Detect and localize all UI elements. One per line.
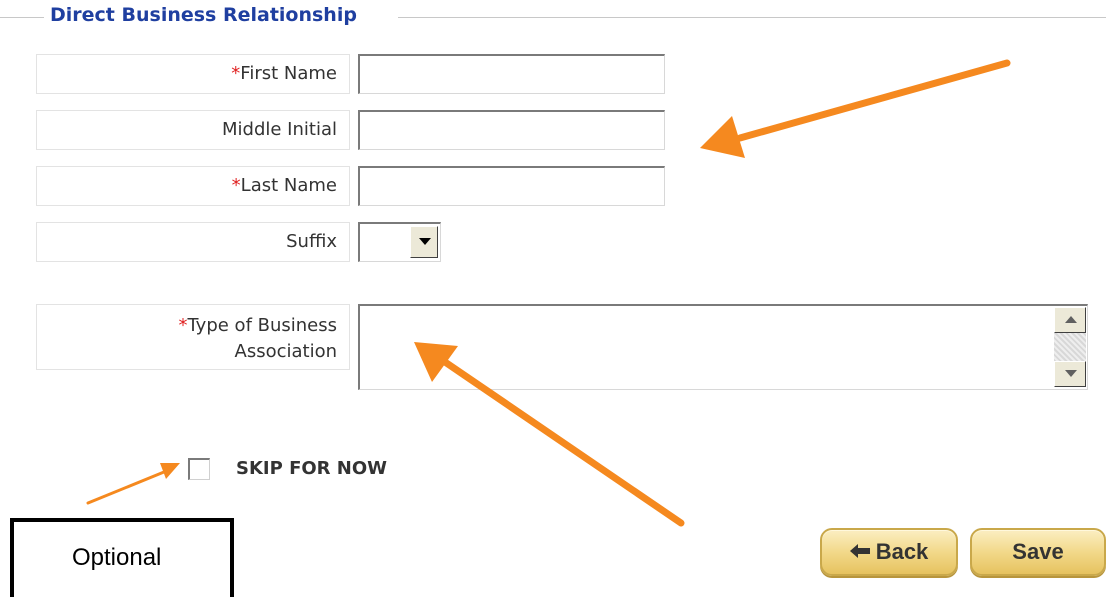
optional-callout-text: Optional (72, 544, 162, 571)
save-button[interactable]: Save (970, 528, 1106, 576)
chevron-down-icon (419, 238, 431, 245)
middle-initial-label: Middle Initial (36, 110, 350, 150)
suffix-select[interactable] (358, 222, 441, 262)
chevron-up-icon (1065, 316, 1077, 323)
middle-initial-input[interactable] (358, 110, 665, 150)
section-legend: Direct Business Relationship (50, 4, 357, 26)
scroll-down-button[interactable] (1054, 361, 1086, 387)
first-name-input[interactable] (358, 54, 665, 94)
business-type-label-line1: Type of Business (187, 315, 337, 336)
first-name-label-text: First Name (240, 63, 337, 84)
scroll-up-button[interactable] (1054, 307, 1086, 333)
left-arrow-icon (849, 544, 870, 559)
business-type-label: *Type of Business Association (36, 304, 350, 370)
textarea-scrollbar[interactable] (1054, 307, 1086, 387)
fieldset-border-right (398, 17, 1106, 18)
arrow-to-middle-initial (700, 59, 1011, 158)
back-button-label: Back (875, 539, 929, 564)
suffix-label-text: Suffix (286, 231, 337, 252)
required-mark: * (231, 63, 241, 84)
business-type-textarea[interactable] (358, 304, 1088, 390)
skip-label: SKIP FOR NOW (236, 458, 388, 479)
skip-checkbox[interactable] (188, 458, 210, 480)
suffix-dropdown-button[interactable] (410, 226, 438, 258)
save-button-label: Save (1012, 539, 1064, 564)
middle-initial-label-text: Middle Initial (222, 119, 337, 140)
fieldset-border-left (0, 17, 44, 18)
suffix-label: Suffix (36, 222, 350, 262)
last-name-input[interactable] (358, 166, 665, 206)
chevron-down-icon (1065, 370, 1077, 377)
arrow-to-checkbox (86, 463, 180, 505)
business-type-label-line2: Association (234, 341, 338, 362)
first-name-label: *First Name (36, 54, 350, 94)
last-name-label-text: Last Name (240, 175, 337, 196)
back-button[interactable]: Back (820, 528, 958, 576)
required-mark: * (231, 175, 241, 196)
last-name-label: *Last Name (36, 166, 350, 206)
